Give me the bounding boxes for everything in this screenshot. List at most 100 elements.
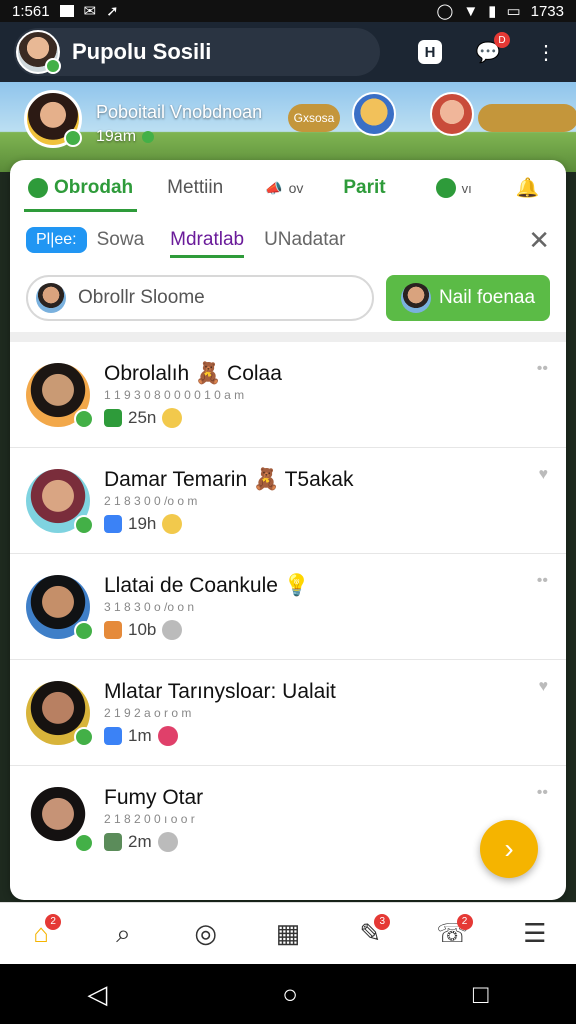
profile-avatar[interactable] (24, 90, 82, 148)
gift-icon (157, 725, 178, 746)
tab-alerts[interactable]: 🔔 (516, 160, 540, 216)
support-icon[interactable]: ☏ 2 (433, 913, 473, 954)
signal-bars-icon (104, 408, 122, 427)
more-icon[interactable]: •• (537, 360, 548, 378)
messages-icon[interactable]: 💬 D (474, 32, 510, 66)
home-circle-icon[interactable]: ○ (282, 979, 298, 1010)
divider (10, 332, 566, 342)
main-card: Obrodah Mettiin 📣 ov Parit vı 🔔 Pl|ee: So… (10, 160, 566, 900)
user-avatar-icon (400, 283, 431, 313)
contact-avatar (26, 574, 94, 641)
back-icon[interactable]: ◁ (87, 979, 107, 1010)
contact-list: Obrolalıh 🧸 Colaa 1 1 9 3 0 8 0 0 0 0 1 … (10, 342, 566, 872)
online-badge (74, 514, 94, 535)
close-icon[interactable]: ✕ (528, 225, 550, 256)
edit-icon[interactable]: ✎ 3 (350, 913, 391, 954)
search-input[interactable]: Obrollr Sloome (26, 275, 374, 321)
notification-badge: 2 (456, 913, 473, 930)
tab-vi[interactable]: vı (435, 160, 472, 216)
emoji-icon (162, 407, 183, 428)
user-avatar-icon (36, 283, 66, 313)
search-row: Obrollr Sloome Nail foenaa (10, 264, 566, 332)
profile-name: Poboitail Vnobdnoan (96, 102, 263, 122)
mascot-character-icon (430, 92, 474, 136)
pin-icon: ➚ (106, 3, 119, 20)
home-icon[interactable]: ⌂ 2 (21, 913, 62, 954)
contact-avatar (26, 787, 94, 853)
online-badge (74, 726, 94, 747)
tab-ov[interactable]: 📣 ov (265, 160, 303, 216)
emoji-icon (162, 513, 183, 534)
new-chat-button[interactable]: Nail foenaa (386, 275, 550, 321)
online-badge (64, 129, 82, 147)
list-item[interactable]: Obrolalıh 🧸 Colaa 1 1 9 3 0 8 0 0 0 0 1 … (10, 342, 566, 448)
contact-name: Damar Temarin 🧸 T5akak (104, 467, 354, 491)
next-fab-button[interactable]: › (480, 820, 538, 878)
avatar[interactable] (16, 30, 61, 74)
bell-icon: 🔔 (515, 178, 540, 199)
megaphone-icon: 📣 (265, 179, 283, 196)
contact-subtitle: 1 1 9 3 0 8 0 0 0 0 1 0 a m (104, 387, 245, 402)
more-icon[interactable]: •• (537, 572, 548, 590)
contact-name: Llatai de Coankule 💡 (104, 573, 310, 597)
more-vert-icon[interactable]: ⋮ (532, 38, 560, 66)
contact-meta: 1m (104, 725, 550, 746)
heart-icon[interactable]: ♥ (539, 678, 549, 696)
tab-parit[interactable]: Parit (343, 160, 385, 216)
bottom-nav: ⌂ 2 ⌕ ◎ ▦ ✎ 3 ☏ 2 ☰ (0, 902, 576, 964)
list-item[interactable]: Damar Temarin 🧸 T5akak 2 1 8 3 0 0 /o o … (10, 448, 566, 554)
calendar-icon[interactable]: ▦ (268, 914, 308, 954)
gold-pill-2 (478, 104, 576, 132)
gold-pill: Gxsosa (288, 104, 340, 132)
list-item[interactable]: Mlatar Tarınysloar: Ualait 2 1 9 2 a o r… (10, 660, 566, 766)
send-icon (104, 514, 122, 533)
list-item[interactable]: Llatai de Coankule 💡 3 1 8 3 0 o /o o n … (10, 554, 566, 660)
status-bar: 1:561 ✉ ➚ ◯ ▼ ▮ ▭ 1733 (0, 0, 576, 22)
battery-icon: ▭ (506, 3, 521, 20)
notification-badge: 3 (374, 913, 391, 930)
system-nav: ◁ ○ □ (0, 964, 576, 1024)
online-badge (45, 58, 61, 74)
tab-obrodah[interactable]: Obrodah (23, 160, 138, 216)
subtab-unadatar[interactable]: UNadatar (264, 216, 345, 264)
image-icon (59, 5, 74, 17)
notification-badge: 2 (45, 913, 62, 930)
contact-meta: 19h (104, 513, 550, 534)
filter-chip[interactable]: Pl|ee: (26, 227, 87, 253)
status-dot-icon (142, 131, 155, 143)
contact-name: Fumy Otar (104, 786, 204, 809)
status-time-right: 1733 (530, 2, 564, 20)
signal-icon: ▮ (488, 3, 497, 20)
profile-time: 19am (96, 128, 155, 146)
heart-icon[interactable]: ♥ (539, 466, 549, 484)
app-title: Pupolu Sosili (72, 39, 212, 64)
mascot-bear-icon (352, 92, 396, 136)
contact-meta: 10b (104, 619, 550, 640)
contact-avatar (26, 362, 94, 429)
menu-icon[interactable]: ☰ (515, 914, 555, 954)
contact-subtitle: 2 1 9 2 a o r o m (104, 705, 192, 720)
contact-name: Mlatar Tarınysloar: Ualait (104, 679, 336, 703)
wifi-icon: ▼ (463, 2, 479, 20)
contact-subtitle: 2 1 8 2 0 0 ı o o r (104, 812, 195, 826)
clock-icon (157, 832, 178, 852)
online-badge (74, 833, 94, 853)
contact-avatar (26, 468, 94, 535)
more-icon[interactable]: •• (537, 784, 548, 802)
search-icon[interactable]: ⌕ (103, 914, 143, 954)
star-icon (104, 620, 122, 639)
tab-mettiin[interactable]: Mettiin (167, 160, 223, 216)
clock-icon (162, 619, 183, 640)
folder-icon (104, 833, 122, 851)
status-time: 1:561 (12, 2, 50, 20)
hub-icon[interactable]: H (416, 38, 444, 66)
online-badge (74, 620, 94, 641)
send-icon (104, 726, 122, 745)
subtab-sowa[interactable]: Sowa (97, 216, 145, 264)
recents-icon[interactable]: □ (473, 979, 489, 1010)
chat-search-icon[interactable]: ◎ (186, 914, 226, 954)
chat-icon (28, 178, 48, 198)
contact-meta: 25n (104, 407, 550, 428)
top-tabs: Obrodah Mettiin 📣 ov Parit vı 🔔 (10, 160, 566, 216)
subtab-mdratlab[interactable]: Mdratlab (170, 216, 244, 264)
